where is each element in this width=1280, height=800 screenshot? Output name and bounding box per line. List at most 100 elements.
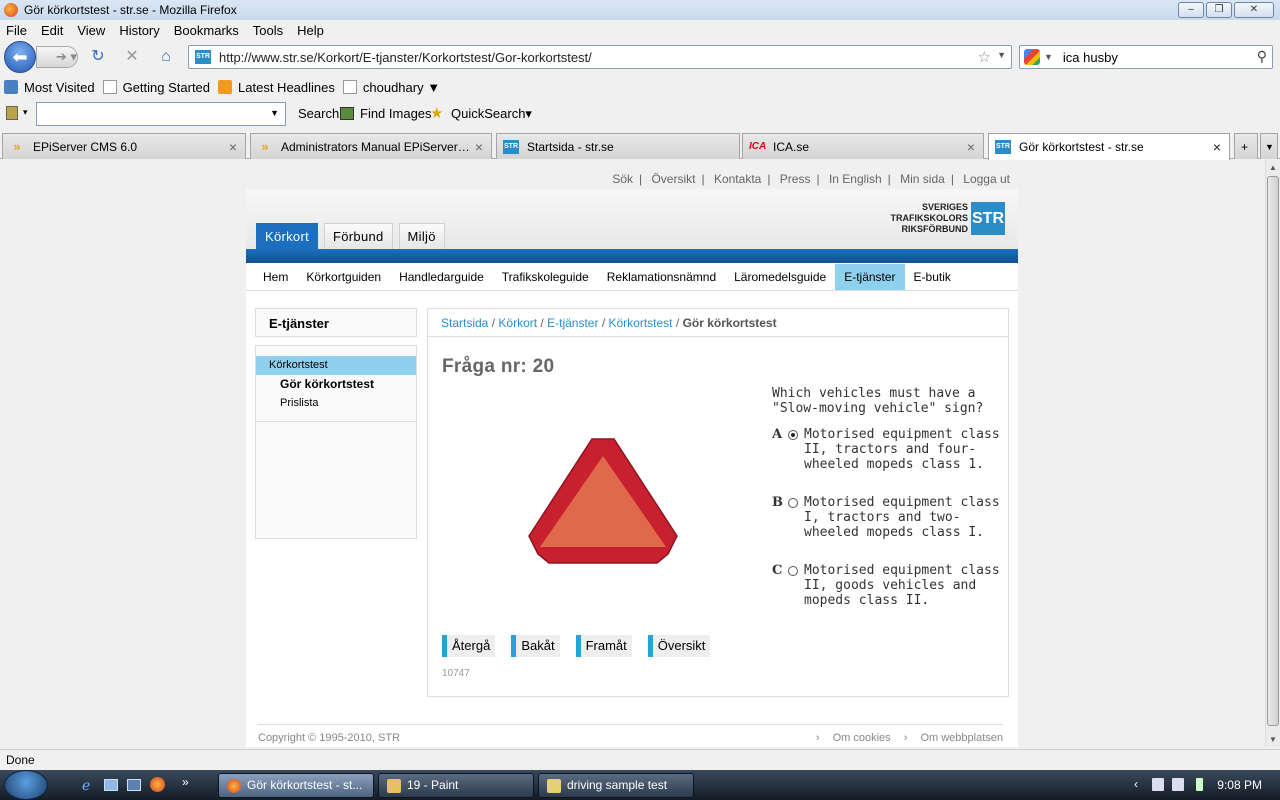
- link-min-sida[interactable]: Min sida: [900, 172, 945, 186]
- firefox-quicklaunch-icon[interactable]: [150, 777, 165, 792]
- link-press[interactable]: Press: [780, 172, 811, 186]
- volume-icon[interactable]: [1172, 778, 1184, 791]
- quicklaunch-overflow-icon[interactable]: »: [182, 775, 189, 789]
- toolbar-search-button[interactable]: Search: [298, 106, 339, 121]
- tab-admin-manual[interactable]: » Administrators Manual EPiServer C... ×: [250, 133, 492, 159]
- search-input[interactable]: ica husby: [1063, 50, 1118, 65]
- answer-option-a[interactable]: A Motorised equipment class II, tractors…: [772, 427, 1002, 472]
- url-bar[interactable]: STR http://www.str.se/Korkort/E-tjanster…: [188, 45, 1012, 69]
- sidebar-item-prislista[interactable]: Prislista: [256, 394, 416, 413]
- menu-bookmarks[interactable]: Bookmarks: [174, 23, 239, 38]
- battery-icon[interactable]: [1196, 778, 1203, 791]
- task-firefox[interactable]: Gör körkortstest - st...: [218, 773, 374, 798]
- vertical-scrollbar[interactable]: ▲ ▼: [1265, 160, 1280, 747]
- clock[interactable]: 9:08 PM: [1217, 778, 1262, 792]
- answer-option-b[interactable]: B Motorised equipment class I, tractors …: [772, 495, 1002, 540]
- forward-button[interactable]: ➔ ▾: [36, 46, 78, 68]
- tab-korkort[interactable]: Körkort: [256, 223, 319, 249]
- tab-close-icon[interactable]: ×: [225, 139, 241, 155]
- quicksearch-button[interactable]: QuickSearch▾: [451, 106, 532, 122]
- start-button[interactable]: [4, 770, 48, 800]
- show-desktop-icon[interactable]: [104, 779, 118, 791]
- tab-episerver[interactable]: » EPiServer CMS 6.0 ×: [2, 133, 246, 159]
- link-logga-ut[interactable]: Logga ut: [963, 172, 1010, 186]
- crumb-startsida[interactable]: Startsida: [441, 316, 488, 330]
- subnav-handledarguide[interactable]: Handledarguide: [390, 264, 493, 290]
- new-tab-button[interactable]: +: [1234, 133, 1258, 159]
- subnav-laromedelsguide[interactable]: Läromedelsguide: [725, 264, 835, 290]
- minimize-button[interactable]: –: [1178, 2, 1204, 18]
- task-paint[interactable]: 19 - Paint: [378, 773, 534, 798]
- ie-icon[interactable]: ℯ: [82, 777, 90, 794]
- bookmark-latest-headlines[interactable]: Latest Headlines: [218, 80, 335, 95]
- bookmark-choudhary[interactable]: choudhary ▼: [342, 80, 440, 95]
- scroll-up-arrow[interactable]: ▲: [1269, 163, 1277, 172]
- subnav-hem[interactable]: Hem: [254, 264, 297, 290]
- bookmark-star-icon[interactable]: ☆: [978, 48, 991, 66]
- return-button[interactable]: Återgå: [442, 635, 496, 657]
- bookmark-getting-started[interactable]: Getting Started: [102, 80, 210, 95]
- tab-close-icon[interactable]: ×: [963, 139, 979, 155]
- answer-option-c[interactable]: C Motorised equipment class II, goods ve…: [772, 563, 1002, 608]
- subnav-reklamationsnamnd[interactable]: Reklamationsnämnd: [598, 264, 725, 290]
- menu-help[interactable]: Help: [297, 23, 324, 38]
- tab-close-icon[interactable]: ×: [1209, 139, 1225, 155]
- network-icon[interactable]: [1152, 778, 1164, 791]
- sidebar-item-gor-korkortstest[interactable]: Gör körkortstest: [256, 375, 416, 394]
- subnav-e-butik[interactable]: E-butik: [905, 264, 960, 290]
- url-dropdown-icon[interactable]: ▼: [997, 50, 1006, 60]
- home-icon[interactable]: ⌂: [156, 48, 176, 66]
- subnav-trafikskoleguide[interactable]: Trafikskoleguide: [493, 264, 598, 290]
- reload-icon[interactable]: ↻: [88, 48, 108, 66]
- menu-edit[interactable]: Edit: [41, 23, 63, 38]
- bookmark-most-visited[interactable]: Most Visited: [4, 80, 95, 95]
- tray-expand-icon[interactable]: ‹: [1134, 777, 1138, 791]
- crumb-korkortstest[interactable]: Körkortstest: [609, 316, 673, 330]
- switch-windows-icon[interactable]: [127, 779, 141, 791]
- url-text[interactable]: http://www.str.se/Korkort/E-tjanster/Kor…: [219, 50, 592, 65]
- link-oversikt[interactable]: Översikt: [651, 172, 695, 186]
- tab-gor-korkortstest[interactable]: STR Gör körkortstest - str.se ×: [988, 133, 1230, 160]
- maximize-button[interactable]: ❐: [1206, 2, 1232, 18]
- tab-startsida[interactable]: STR Startsida - str.se: [496, 133, 740, 159]
- sidebar-item-korkortstest[interactable]: Körkortstest: [256, 356, 416, 375]
- search-bar[interactable]: ▼ ica husby ⚲: [1019, 45, 1273, 69]
- crumb-e-tjanster[interactable]: E-tjänster: [547, 316, 598, 330]
- subnav-e-tjanster[interactable]: E-tjänster: [835, 263, 905, 290]
- menu-file[interactable]: File: [6, 23, 27, 38]
- back-button[interactable]: ⬅: [4, 41, 36, 73]
- footer-link-cookies[interactable]: › Om cookies: [816, 732, 891, 744]
- crumb-korkort[interactable]: Körkort: [498, 316, 537, 330]
- stop-icon[interactable]: ✕: [122, 48, 142, 66]
- tab-list-button[interactable]: ▼: [1260, 133, 1278, 159]
- tab-forbund[interactable]: Förbund: [324, 223, 393, 249]
- next-question-button[interactable]: Framåt: [575, 635, 632, 657]
- close-window-button[interactable]: ✕: [1234, 2, 1274, 18]
- toolbar-dropdown-icon[interactable]: ▾: [23, 107, 28, 118]
- menu-history[interactable]: History: [119, 23, 159, 38]
- search-engine-dropdown-icon[interactable]: ▼: [1044, 52, 1053, 62]
- scroll-down-arrow[interactable]: ▼: [1269, 735, 1277, 744]
- toolbar-film-icon[interactable]: [6, 106, 18, 120]
- combo-dropdown-icon[interactable]: ▼: [270, 108, 279, 118]
- radio-b[interactable]: [788, 498, 798, 508]
- radio-a[interactable]: [788, 430, 798, 440]
- link-sok[interactable]: Sök: [612, 172, 633, 186]
- toolbar-search-combo[interactable]: ▼: [36, 102, 286, 126]
- radio-c[interactable]: [788, 566, 798, 576]
- tab-close-icon[interactable]: ×: [471, 139, 487, 155]
- google-icon[interactable]: [1024, 49, 1040, 65]
- subnav-korkortguiden[interactable]: Körkortguiden: [297, 264, 390, 290]
- overview-button[interactable]: Översikt: [647, 635, 711, 657]
- task-driving-sample-test[interactable]: driving sample test: [538, 773, 694, 798]
- tab-ica[interactable]: ICA ICA.se ×: [742, 133, 984, 159]
- search-icon[interactable]: ⚲: [1257, 48, 1267, 65]
- str-logo[interactable]: SVERIGES TRAFIKSKOLORS RIKSFÖRBUND STR: [891, 202, 1005, 235]
- link-in-english[interactable]: In English: [829, 172, 882, 186]
- scrollbar-thumb[interactable]: [1267, 176, 1279, 726]
- tab-miljo[interactable]: Miljö: [398, 223, 445, 249]
- find-images-button[interactable]: Find Images: [360, 106, 432, 121]
- menu-tools[interactable]: Tools: [253, 23, 283, 38]
- menu-view[interactable]: View: [77, 23, 105, 38]
- back-question-button[interactable]: Bakåt: [511, 635, 560, 657]
